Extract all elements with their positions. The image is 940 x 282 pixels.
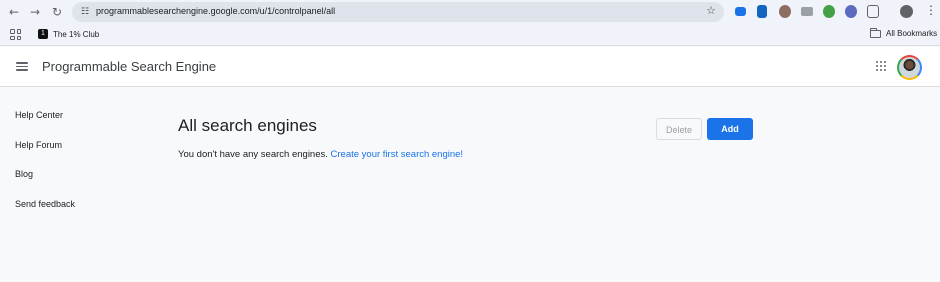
all-bookmarks[interactable]: All Bookmarks: [870, 27, 938, 38]
avatar[interactable]: [897, 55, 922, 80]
star-icon[interactable]: ☆: [706, 4, 716, 17]
url-text[interactable]: programmablesearchengine.google.com/u/1/…: [96, 6, 335, 16]
bookmark-item[interactable]: 1 The 1% Club: [38, 29, 99, 39]
menu-icon[interactable]: ⋮: [925, 3, 937, 17]
delete-button[interactable]: Delete: [656, 118, 702, 140]
apps-icon[interactable]: [10, 29, 21, 40]
empty-state-message: You don't have any search engines. Creat…: [178, 149, 463, 160]
browser-toolbar: ← → ↻ ☷ programmablesearchengine.google.…: [0, 0, 940, 24]
sidebar-item-blog[interactable]: Blog: [15, 169, 33, 179]
create-search-engine-link[interactable]: Create your first search engine!: [331, 149, 464, 160]
extension-icon[interactable]: [823, 5, 835, 18]
hamburger-menu-icon[interactable]: [16, 62, 28, 71]
reload-icon[interactable]: ↻: [49, 4, 65, 20]
app-title: Programmable Search Engine: [42, 59, 217, 74]
back-icon[interactable]: ←: [6, 4, 22, 20]
bookmarks-bar: 1 The 1% Club All Bookmarks: [0, 24, 940, 46]
extension-icon[interactable]: [779, 5, 791, 18]
forward-icon[interactable]: →: [27, 4, 43, 20]
bookmark-label: The 1% Club: [53, 29, 100, 39]
sidebar-item-help-forum[interactable]: Help Forum: [15, 140, 62, 150]
extensions-icon[interactable]: [867, 5, 879, 18]
folder-icon: [870, 27, 881, 38]
empty-state-text: You don't have any search engines.: [178, 149, 328, 160]
profile-icon[interactable]: [900, 5, 913, 18]
sidebar: Help Center Help Forum Blog Send feedbac…: [0, 88, 150, 282]
all-bookmarks-label: All Bookmarks: [886, 29, 938, 38]
address-bar[interactable]: ☷ programmablesearchengine.google.com/u/…: [72, 2, 724, 22]
extension-icon[interactable]: [735, 7, 746, 16]
site-info-icon[interactable]: ☷: [78, 5, 92, 19]
extension-icon[interactable]: [757, 5, 767, 18]
bookmark-favicon-icon: 1: [38, 29, 48, 39]
app-header: Programmable Search Engine: [0, 47, 940, 87]
add-button[interactable]: Add: [707, 118, 753, 140]
extension-icon[interactable]: [845, 5, 857, 18]
google-apps-icon[interactable]: [876, 61, 886, 71]
page-title: All search engines: [178, 116, 317, 135]
sidebar-item-help-center[interactable]: Help Center: [15, 110, 63, 120]
camera-icon[interactable]: [801, 7, 813, 16]
sidebar-item-send-feedback[interactable]: Send feedback: [15, 199, 75, 209]
